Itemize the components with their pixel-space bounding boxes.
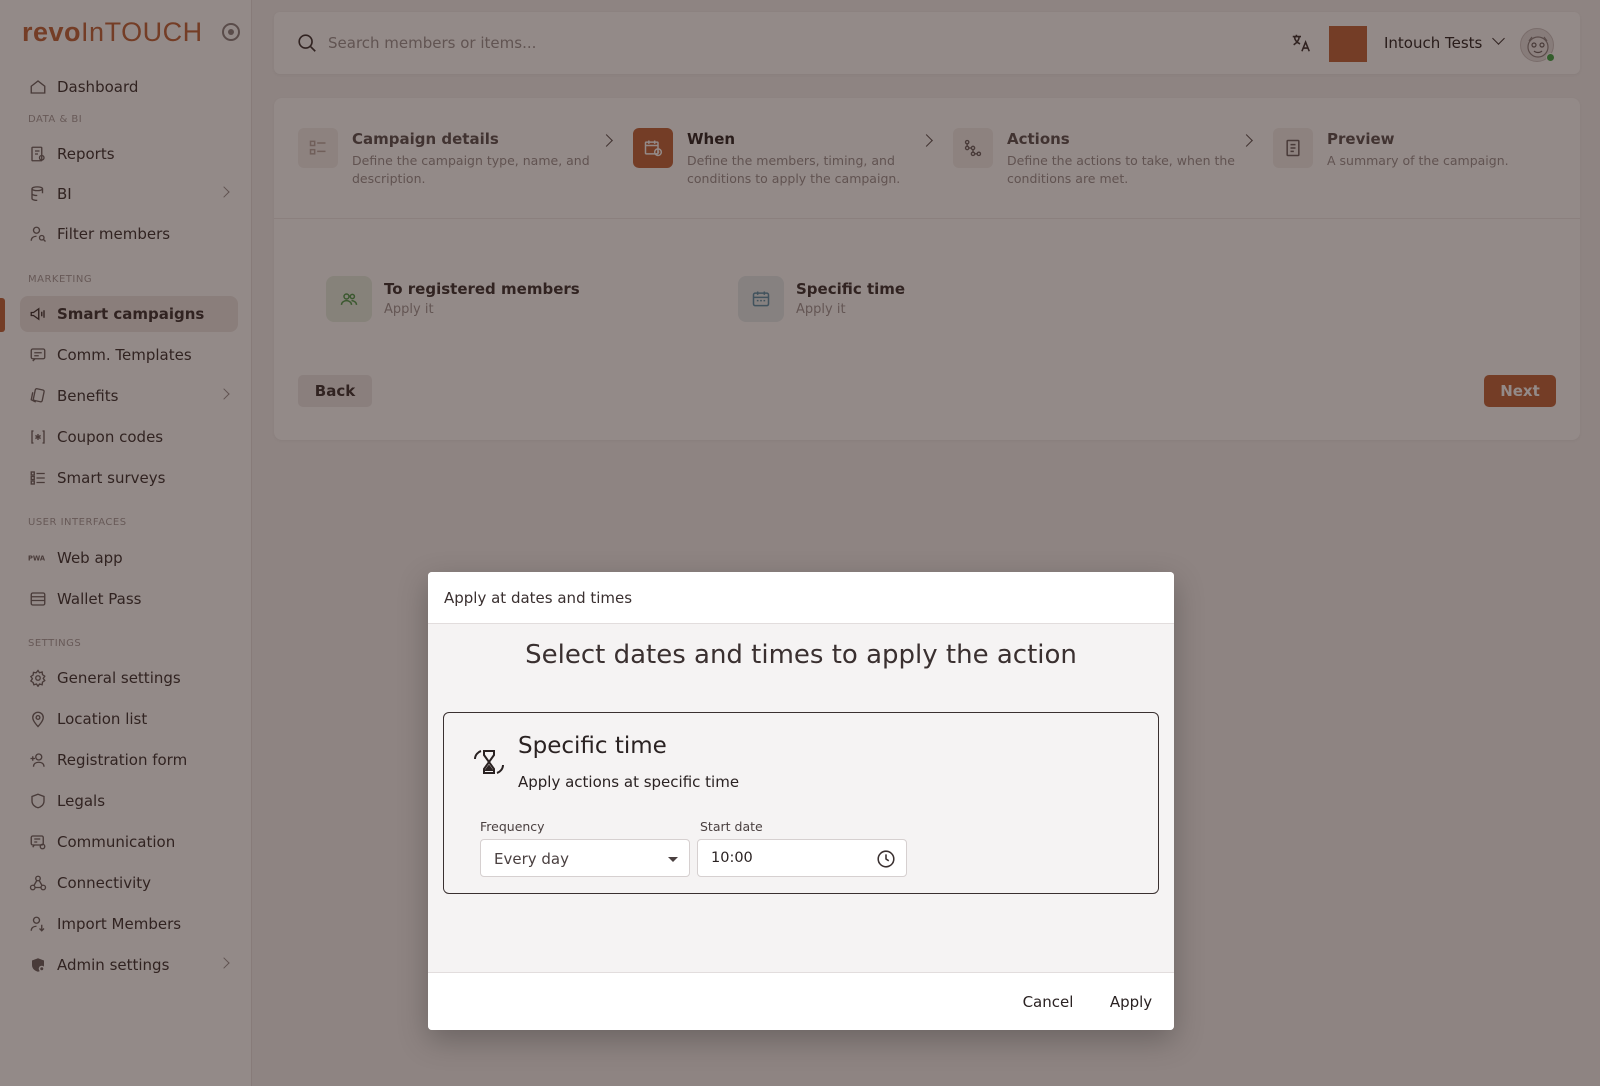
frequency-value: Every day	[494, 850, 569, 868]
start-date-label: Start date	[700, 819, 763, 834]
frequency-label: Frequency	[480, 819, 545, 834]
card-title: Specific time	[518, 733, 667, 759]
dialog-header: Apply at dates and times	[428, 572, 1174, 624]
frequency-select[interactable]: Every day	[480, 839, 690, 877]
apply-button[interactable]: Apply	[1100, 989, 1162, 1015]
start-time-input[interactable]: 10:00	[697, 839, 907, 877]
dialog-heading: Select dates and times to apply the acti…	[525, 640, 1077, 670]
clock-icon[interactable]	[875, 848, 897, 874]
dialog-footer: Cancel Apply	[428, 972, 1174, 1030]
specific-time-card[interactable]: Specific time Apply actions at specific …	[443, 712, 1159, 894]
dialog-title: Apply at dates and times	[444, 589, 633, 607]
start-time-value: 10:00	[711, 850, 753, 866]
card-subtitle: Apply actions at specific time	[518, 773, 740, 791]
caret-down-icon	[668, 857, 678, 862]
dates-times-dialog: Apply at dates and times Select dates an…	[428, 572, 1174, 1030]
cancel-button[interactable]: Cancel	[1008, 989, 1088, 1015]
hourglass-icon	[472, 745, 506, 783]
